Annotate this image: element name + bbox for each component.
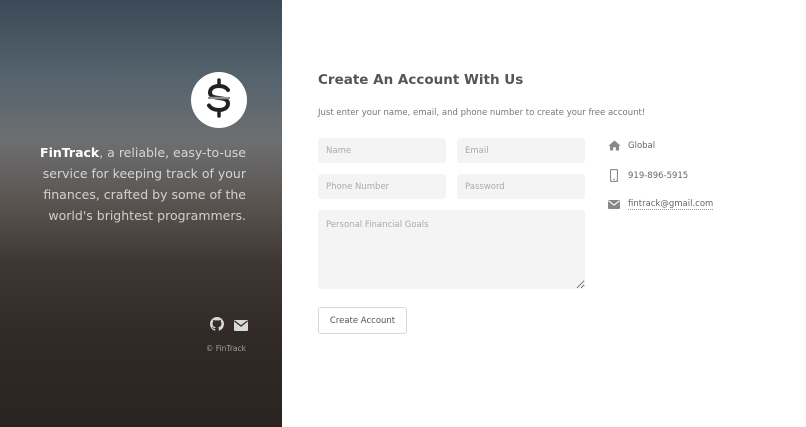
phone-input[interactable] [318,174,446,199]
dollar-sign-icon [202,78,236,122]
github-icon [210,316,224,335]
email-input[interactable] [457,138,585,163]
password-input[interactable] [457,174,585,199]
email-address-link[interactable]: fintrack@gmail.com [628,199,714,210]
form-subtitle: Just enter your name, email, and phone n… [318,108,646,118]
create-account-button[interactable]: Create Account [318,307,407,334]
tagline: FinTrack, a reliable, easy-to-use servic… [16,142,246,226]
logo [191,72,247,128]
form-title: Create An Account With Us [318,72,524,88]
contact-location: Global [607,140,655,151]
brand-name: FinTrack [40,145,100,160]
copyright: © FinTrack [205,344,246,353]
financial-goals-textarea[interactable] [318,210,585,289]
github-link[interactable] [210,316,224,335]
contact-email: fintrack@gmail.com [607,199,714,210]
hero-panel: FinTrack, a reliable, easy-to-use servic… [0,0,282,427]
envelope-icon [607,200,621,209]
name-input[interactable] [318,138,446,163]
mobile-phone-icon [607,169,621,182]
social-links [210,316,248,335]
home-icon [607,140,621,151]
contact-phone: 919-896-5915 [607,169,688,182]
phone-text: 919-896-5915 [628,170,689,181]
envelope-icon [234,316,248,335]
email-link[interactable] [234,316,248,335]
location-text: Global [628,140,656,151]
